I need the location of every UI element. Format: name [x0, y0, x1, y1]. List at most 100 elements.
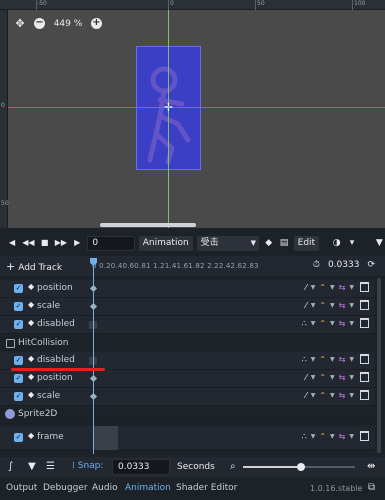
- loop-wrap-icon[interactable]: ⇆: [339, 301, 346, 310]
- animation-menu-button[interactable]: Animation: [138, 235, 193, 251]
- timeline-ruler[interactable]: 0 0.20.40.60.81 1.21.41.61.82 2.22.42.62…: [92, 262, 259, 270]
- chevron-down-icon[interactable]: ▼: [330, 302, 335, 309]
- trash-icon[interactable]: [360, 318, 369, 328]
- update-mode-icon[interactable]: ⁄: [305, 283, 306, 292]
- track-group-header[interactable]: Sprite2D: [0, 406, 375, 424]
- chevron-down-icon[interactable]: ▼: [349, 374, 354, 381]
- chevron-down-icon[interactable]: ▼: [349, 320, 354, 327]
- animation-select[interactable]: 受击 ▼: [196, 235, 260, 251]
- track-row[interactable]: ✓ ◆ position ⁄ ▼ ⌃ ▼ ⇆ ▼: [0, 370, 375, 388]
- chevron-down-icon[interactable]: ▼: [311, 433, 316, 440]
- tab-animation[interactable]: Animation: [125, 483, 171, 493]
- interpolation-icon[interactable]: ⌃: [319, 319, 326, 328]
- chevron-down-icon[interactable]: ▼: [349, 302, 354, 309]
- onion-skinning-icon[interactable]: ◑: [331, 236, 342, 250]
- filter-icon[interactable]: ▼: [28, 461, 36, 472]
- interpolation-icon[interactable]: ⌃: [319, 355, 326, 364]
- onion-options-icon[interactable]: ▾: [346, 236, 357, 250]
- interpolation-icon[interactable]: ⌃: [319, 391, 326, 400]
- edit-button[interactable]: Edit: [293, 235, 320, 251]
- interpolation-icon[interactable]: ⌃: [319, 283, 326, 292]
- update-mode-icon[interactable]: ⁄: [305, 301, 306, 310]
- loop-wrap-icon[interactable]: ⇆: [339, 432, 346, 441]
- tab-debugger[interactable]: Debugger: [43, 483, 88, 493]
- chevron-down-icon[interactable]: ▼: [311, 284, 316, 291]
- track-enable-checkbox[interactable]: ✓: [14, 302, 23, 311]
- chevron-down-icon[interactable]: ▼: [349, 392, 354, 399]
- zoom-level-button[interactable]: 449 %: [53, 19, 83, 29]
- track-row[interactable]: ✓ ◆ position ⁄ ▼ ⌃ ▼ ⇆ ▼: [0, 280, 375, 298]
- fit-timeline-icon[interactable]: ⇹: [367, 461, 375, 472]
- update-mode-icon[interactable]: ∴: [302, 432, 307, 441]
- track-enable-checkbox[interactable]: ✓: [14, 374, 23, 383]
- chevron-down-icon[interactable]: ▼: [349, 356, 354, 363]
- timeline-zoom-slider[interactable]: [243, 463, 355, 471]
- chevron-down-icon[interactable]: ▼: [330, 392, 335, 399]
- playhead-line[interactable]: [93, 258, 94, 454]
- update-mode-icon[interactable]: ⁄: [305, 373, 306, 382]
- track-enable-checkbox[interactable]: ✓: [14, 320, 23, 329]
- chevron-down-icon[interactable]: ▼: [311, 320, 316, 327]
- pin-icon[interactable]: ▼: [374, 236, 385, 250]
- bezier-curves-icon[interactable]: ∫: [8, 461, 13, 472]
- tab-shader-editor[interactable]: Shader Editor: [176, 483, 237, 493]
- track-enable-checkbox[interactable]: ✓: [14, 392, 23, 401]
- play-backwards-icon[interactable]: ◀◀: [22, 236, 34, 250]
- trash-icon[interactable]: [360, 282, 369, 292]
- track-row[interactable]: ✓ ◆ scale ⁄ ▼ ⌃ ▼ ⇆ ▼: [0, 298, 375, 316]
- tab-output[interactable]: Output: [6, 483, 37, 493]
- loop-wrap-icon[interactable]: ⇆: [339, 283, 346, 292]
- current-frame-input[interactable]: 0: [87, 235, 135, 251]
- chevron-down-icon[interactable]: ▼: [349, 433, 354, 440]
- chevron-down-icon[interactable]: ▼: [311, 302, 316, 309]
- canvas-viewport[interactable]: -50 0 50 100 0 50 ✥ − 449 % + ✛: [0, 0, 385, 228]
- track-enable-checkbox[interactable]: ✓: [14, 433, 23, 442]
- track-enable-checkbox[interactable]: ✓: [14, 284, 23, 293]
- animation-length-input[interactable]: 0.0333: [328, 260, 360, 270]
- trash-icon[interactable]: [360, 372, 369, 382]
- pan-icon[interactable]: ✥: [14, 17, 26, 30]
- frame-thumbnail-keyframe[interactable]: [94, 426, 118, 450]
- interpolation-icon[interactable]: ⌃: [319, 432, 326, 441]
- chevron-down-icon[interactable]: ▼: [330, 356, 335, 363]
- trash-icon[interactable]: [360, 300, 369, 310]
- snap-unit-select[interactable]: Seconds ▼: [177, 459, 225, 487]
- chevron-down-icon[interactable]: ▼: [330, 284, 335, 291]
- snap-step-input[interactable]: 0.0333: [112, 459, 170, 475]
- chevron-down-icon[interactable]: ▼: [330, 433, 335, 440]
- viewport-horizontal-scrollbar[interactable]: [100, 223, 196, 227]
- update-mode-icon[interactable]: ⁄: [305, 391, 306, 400]
- zoom-out-button[interactable]: −: [34, 18, 45, 29]
- loop-wrap-icon[interactable]: ⇆: [339, 355, 346, 364]
- interpolation-icon[interactable]: ⌃: [319, 301, 326, 310]
- chevron-down-icon[interactable]: ▼: [349, 284, 354, 291]
- loop-wrap-icon[interactable]: ⇆: [339, 391, 346, 400]
- interpolation-icon[interactable]: ⌃: [319, 373, 326, 382]
- stop-icon[interactable]: ■: [39, 236, 51, 250]
- play-icon[interactable]: ▶: [71, 236, 83, 250]
- track-list-scrollbar[interactable]: [377, 278, 381, 453]
- track-list-icon[interactable]: ☰: [46, 461, 55, 472]
- chevron-down-icon[interactable]: ▼: [311, 392, 316, 399]
- loop-wrap-icon[interactable]: ⇆: [339, 319, 346, 328]
- track-row[interactable]: ✓ ◆ frame ∴ ▼ ⌃ ▼ ⇆ ▼: [0, 426, 375, 450]
- track-enable-checkbox[interactable]: ✓: [14, 356, 23, 365]
- update-mode-icon[interactable]: ∴: [302, 355, 307, 364]
- chevron-down-icon[interactable]: ▼: [311, 374, 316, 381]
- zoom-in-button[interactable]: +: [91, 18, 102, 29]
- snap-toggle[interactable]: ⁞ Snap:: [72, 461, 103, 471]
- track-row[interactable]: ✓ ◆ disabled ∴ ▼ ⌃ ▼ ⇆ ▼: [0, 316, 375, 334]
- track-row[interactable]: ✓ ◆ scale ⁄ ▼ ⌃ ▼ ⇆ ▼: [0, 388, 375, 406]
- play-backwards-from-end-icon[interactable]: ◀: [6, 236, 18, 250]
- slider-handle[interactable]: [297, 463, 306, 471]
- tools-icon[interactable]: ▤: [278, 236, 289, 250]
- trash-icon[interactable]: [360, 431, 369, 441]
- chevron-down-icon[interactable]: ▼: [330, 374, 335, 381]
- trash-icon[interactable]: [360, 390, 369, 400]
- tab-audio[interactable]: Audio: [92, 483, 118, 493]
- trash-icon[interactable]: [360, 354, 369, 364]
- autoplay-icon[interactable]: ◆: [263, 236, 274, 250]
- loop-icon[interactable]: ⟳: [367, 260, 375, 270]
- add-track-button[interactable]: + Add Track: [6, 260, 62, 273]
- update-mode-icon[interactable]: ∴: [302, 319, 307, 328]
